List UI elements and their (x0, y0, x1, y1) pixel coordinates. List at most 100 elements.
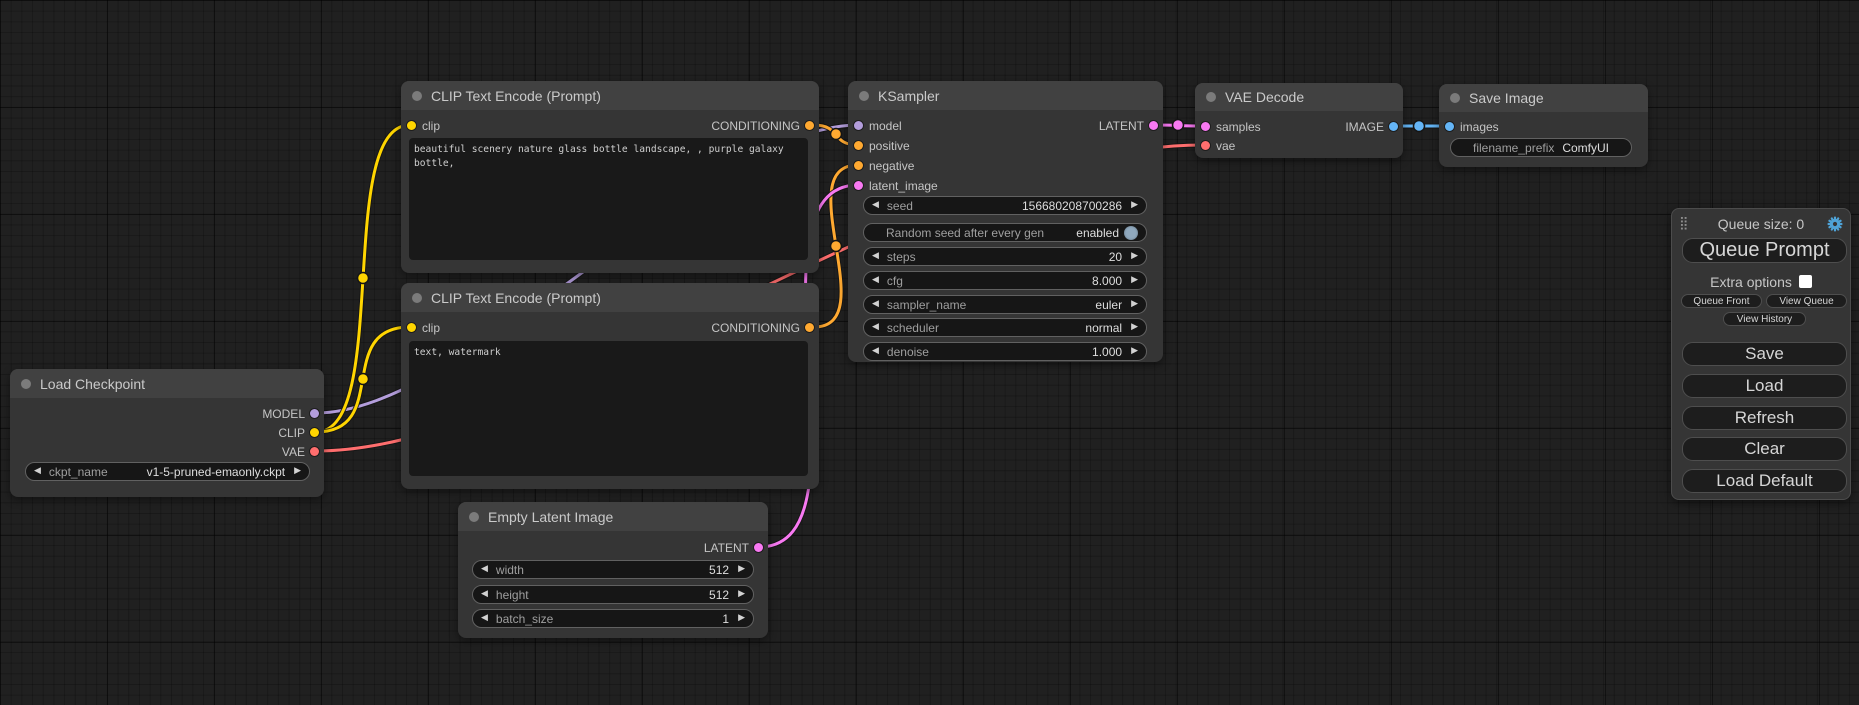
slot-row: clip CONDITIONING (401, 318, 819, 337)
link-dot-clip-bottom[interactable] (358, 374, 369, 385)
load-default-button[interactable]: Load Default (1682, 469, 1847, 493)
node-title-bar[interactable]: Empty Latent Image (458, 502, 768, 531)
latent-output-dot[interactable] (754, 543, 763, 552)
node-title: Load Checkpoint (40, 376, 145, 392)
height-widget[interactable]: ◀ height 512 ▶ (472, 585, 754, 604)
link-dot-positive[interactable] (831, 129, 842, 140)
node-empty-latent-image[interactable]: Empty Latent Image LATENT ◀ width 512 ▶ … (458, 502, 768, 638)
increment-arrow-icon[interactable]: ▶ (738, 590, 745, 599)
node-title: CLIP Text Encode (Prompt) (431, 290, 601, 306)
latent-image-input-dot[interactable] (854, 181, 863, 190)
sampler-name-widget[interactable]: ◀ sampler_name euler ▶ (863, 295, 1147, 314)
node-ksampler[interactable]: KSampler model LATENT positive negative … (848, 81, 1163, 362)
drag-handle-icon[interactable]: ⣿ (1679, 215, 1689, 233)
denoise-widget[interactable]: ◀ denoise 1.000 ▶ (863, 342, 1147, 361)
decrement-arrow-icon[interactable]: ◀ (872, 300, 879, 309)
link-dot-image[interactable] (1414, 121, 1425, 132)
extra-options-label: Extra options (1710, 274, 1792, 290)
load-button[interactable]: Load (1682, 374, 1847, 398)
decrement-arrow-icon[interactable]: ◀ (481, 565, 488, 574)
decrement-arrow-icon[interactable]: ◀ (481, 614, 488, 623)
node-title-bar[interactable]: KSampler (848, 81, 1163, 110)
extra-options-checkbox[interactable] (1799, 275, 1812, 288)
width-widget[interactable]: ◀ width 512 ▶ (472, 560, 754, 579)
increment-arrow-icon[interactable]: ▶ (738, 565, 745, 574)
decrement-arrow-icon[interactable]: ◀ (872, 252, 879, 261)
increment-arrow-icon[interactable]: ▶ (1131, 347, 1138, 356)
node-clip-text-encode-positive[interactable]: CLIP Text Encode (Prompt) clip CONDITION… (401, 81, 819, 273)
node-save-image[interactable]: Save Image images filename_prefix ComfyU… (1439, 84, 1648, 167)
increment-arrow-icon[interactable]: ▶ (1131, 276, 1138, 285)
refresh-button[interactable]: Refresh (1682, 406, 1847, 430)
random-seed-toggle[interactable] (1124, 226, 1138, 240)
increment-arrow-icon[interactable]: ▶ (738, 614, 745, 623)
clip-input-dot[interactable] (407, 121, 416, 130)
node-title: VAE Decode (1225, 89, 1304, 105)
increment-arrow-icon[interactable]: ▶ (1131, 323, 1138, 332)
collapse-dot-icon[interactable] (1206, 92, 1216, 102)
samples-input-dot[interactable] (1201, 122, 1210, 131)
node-title-bar[interactable]: Load Checkpoint (10, 369, 324, 398)
queue-front-button[interactable]: Queue Front (1681, 294, 1762, 308)
clip-output-dot[interactable] (310, 428, 319, 437)
node-vae-decode[interactable]: VAE Decode samples IMAGE vae (1195, 83, 1403, 158)
node-clip-text-encode-negative[interactable]: CLIP Text Encode (Prompt) clip CONDITION… (401, 283, 819, 489)
clear-button[interactable]: Clear (1682, 437, 1847, 461)
negative-input-dot[interactable] (854, 161, 863, 170)
collapse-dot-icon[interactable] (21, 379, 31, 389)
node-title-bar[interactable]: VAE Decode (1195, 83, 1403, 111)
clip-input-dot[interactable] (407, 323, 416, 332)
decrement-arrow-icon[interactable]: ◀ (481, 590, 488, 599)
collapse-dot-icon[interactable] (859, 91, 869, 101)
increment-arrow-icon[interactable]: ▶ (294, 467, 301, 476)
queue-prompt-button[interactable]: Queue Prompt (1682, 238, 1847, 263)
vae-output-dot[interactable] (310, 447, 319, 456)
link-dot-latent[interactable] (1173, 120, 1184, 131)
negative-prompt-textarea[interactable]: text, watermark (409, 341, 808, 476)
collapse-dot-icon[interactable] (1450, 93, 1460, 103)
decrement-arrow-icon[interactable]: ◀ (34, 467, 41, 476)
increment-arrow-icon[interactable]: ▶ (1131, 201, 1138, 210)
positive-input-dot[interactable] (854, 141, 863, 150)
decrement-arrow-icon[interactable]: ◀ (872, 347, 879, 356)
link-dot-negative[interactable] (831, 241, 842, 252)
increment-arrow-icon[interactable]: ▶ (1131, 300, 1138, 309)
output-slot-vae: VAE (10, 442, 324, 461)
filename-prefix-widget[interactable]: filename_prefix ComfyUI (1450, 138, 1632, 157)
decrement-arrow-icon[interactable]: ◀ (872, 201, 879, 210)
ckpt-name-widget[interactable]: ◀ ckpt_name v1-5-pruned-emaonly.ckpt ▶ (25, 462, 310, 481)
decrement-arrow-icon[interactable]: ◀ (872, 323, 879, 332)
settings-gear-icon[interactable] (1827, 216, 1843, 232)
cfg-widget[interactable]: ◀ cfg 8.000 ▶ (863, 271, 1147, 290)
latent-output-dot[interactable] (1149, 121, 1158, 130)
node-title: CLIP Text Encode (Prompt) (431, 88, 601, 104)
node-load-checkpoint[interactable]: Load Checkpoint MODEL CLIP VAE ◀ ckpt_na… (10, 369, 324, 497)
random-seed-widget[interactable]: Random seed after every gen enabled (863, 223, 1147, 242)
node-title-bar[interactable]: CLIP Text Encode (Prompt) (401, 283, 819, 312)
vae-input-dot[interactable] (1201, 141, 1210, 150)
node-title-bar[interactable]: CLIP Text Encode (Prompt) (401, 81, 819, 110)
steps-widget[interactable]: ◀ steps 20 ▶ (863, 247, 1147, 266)
image-output-dot[interactable] (1389, 122, 1398, 131)
view-history-button[interactable]: View History (1723, 312, 1806, 326)
scheduler-widget[interactable]: ◀ scheduler normal ▶ (863, 318, 1147, 337)
collapse-dot-icon[interactable] (412, 293, 422, 303)
batch-size-widget[interactable]: ◀ batch_size 1 ▶ (472, 609, 754, 628)
collapse-dot-icon[interactable] (412, 91, 422, 101)
conditioning-output-dot[interactable] (805, 323, 814, 332)
node-title-bar[interactable]: Save Image (1439, 84, 1648, 112)
increment-arrow-icon[interactable]: ▶ (1131, 252, 1138, 261)
model-output-dot[interactable] (310, 409, 319, 418)
save-button[interactable]: Save (1682, 342, 1847, 366)
seed-widget[interactable]: ◀ seed 156680208700286 ▶ (863, 196, 1147, 215)
collapse-dot-icon[interactable] (469, 512, 479, 522)
view-queue-button[interactable]: View Queue (1766, 294, 1847, 308)
positive-prompt-textarea[interactable]: beautiful scenery nature glass bottle la… (409, 138, 808, 260)
slot-row-samples: samples IMAGE (1195, 117, 1403, 136)
link-dot-clip-top[interactable] (358, 273, 369, 284)
images-input-dot[interactable] (1445, 122, 1454, 131)
graph-canvas[interactable]: Load Checkpoint MODEL CLIP VAE ◀ ckpt_na… (0, 0, 1859, 705)
conditioning-output-dot[interactable] (805, 121, 814, 130)
decrement-arrow-icon[interactable]: ◀ (872, 276, 879, 285)
model-input-dot[interactable] (854, 121, 863, 130)
